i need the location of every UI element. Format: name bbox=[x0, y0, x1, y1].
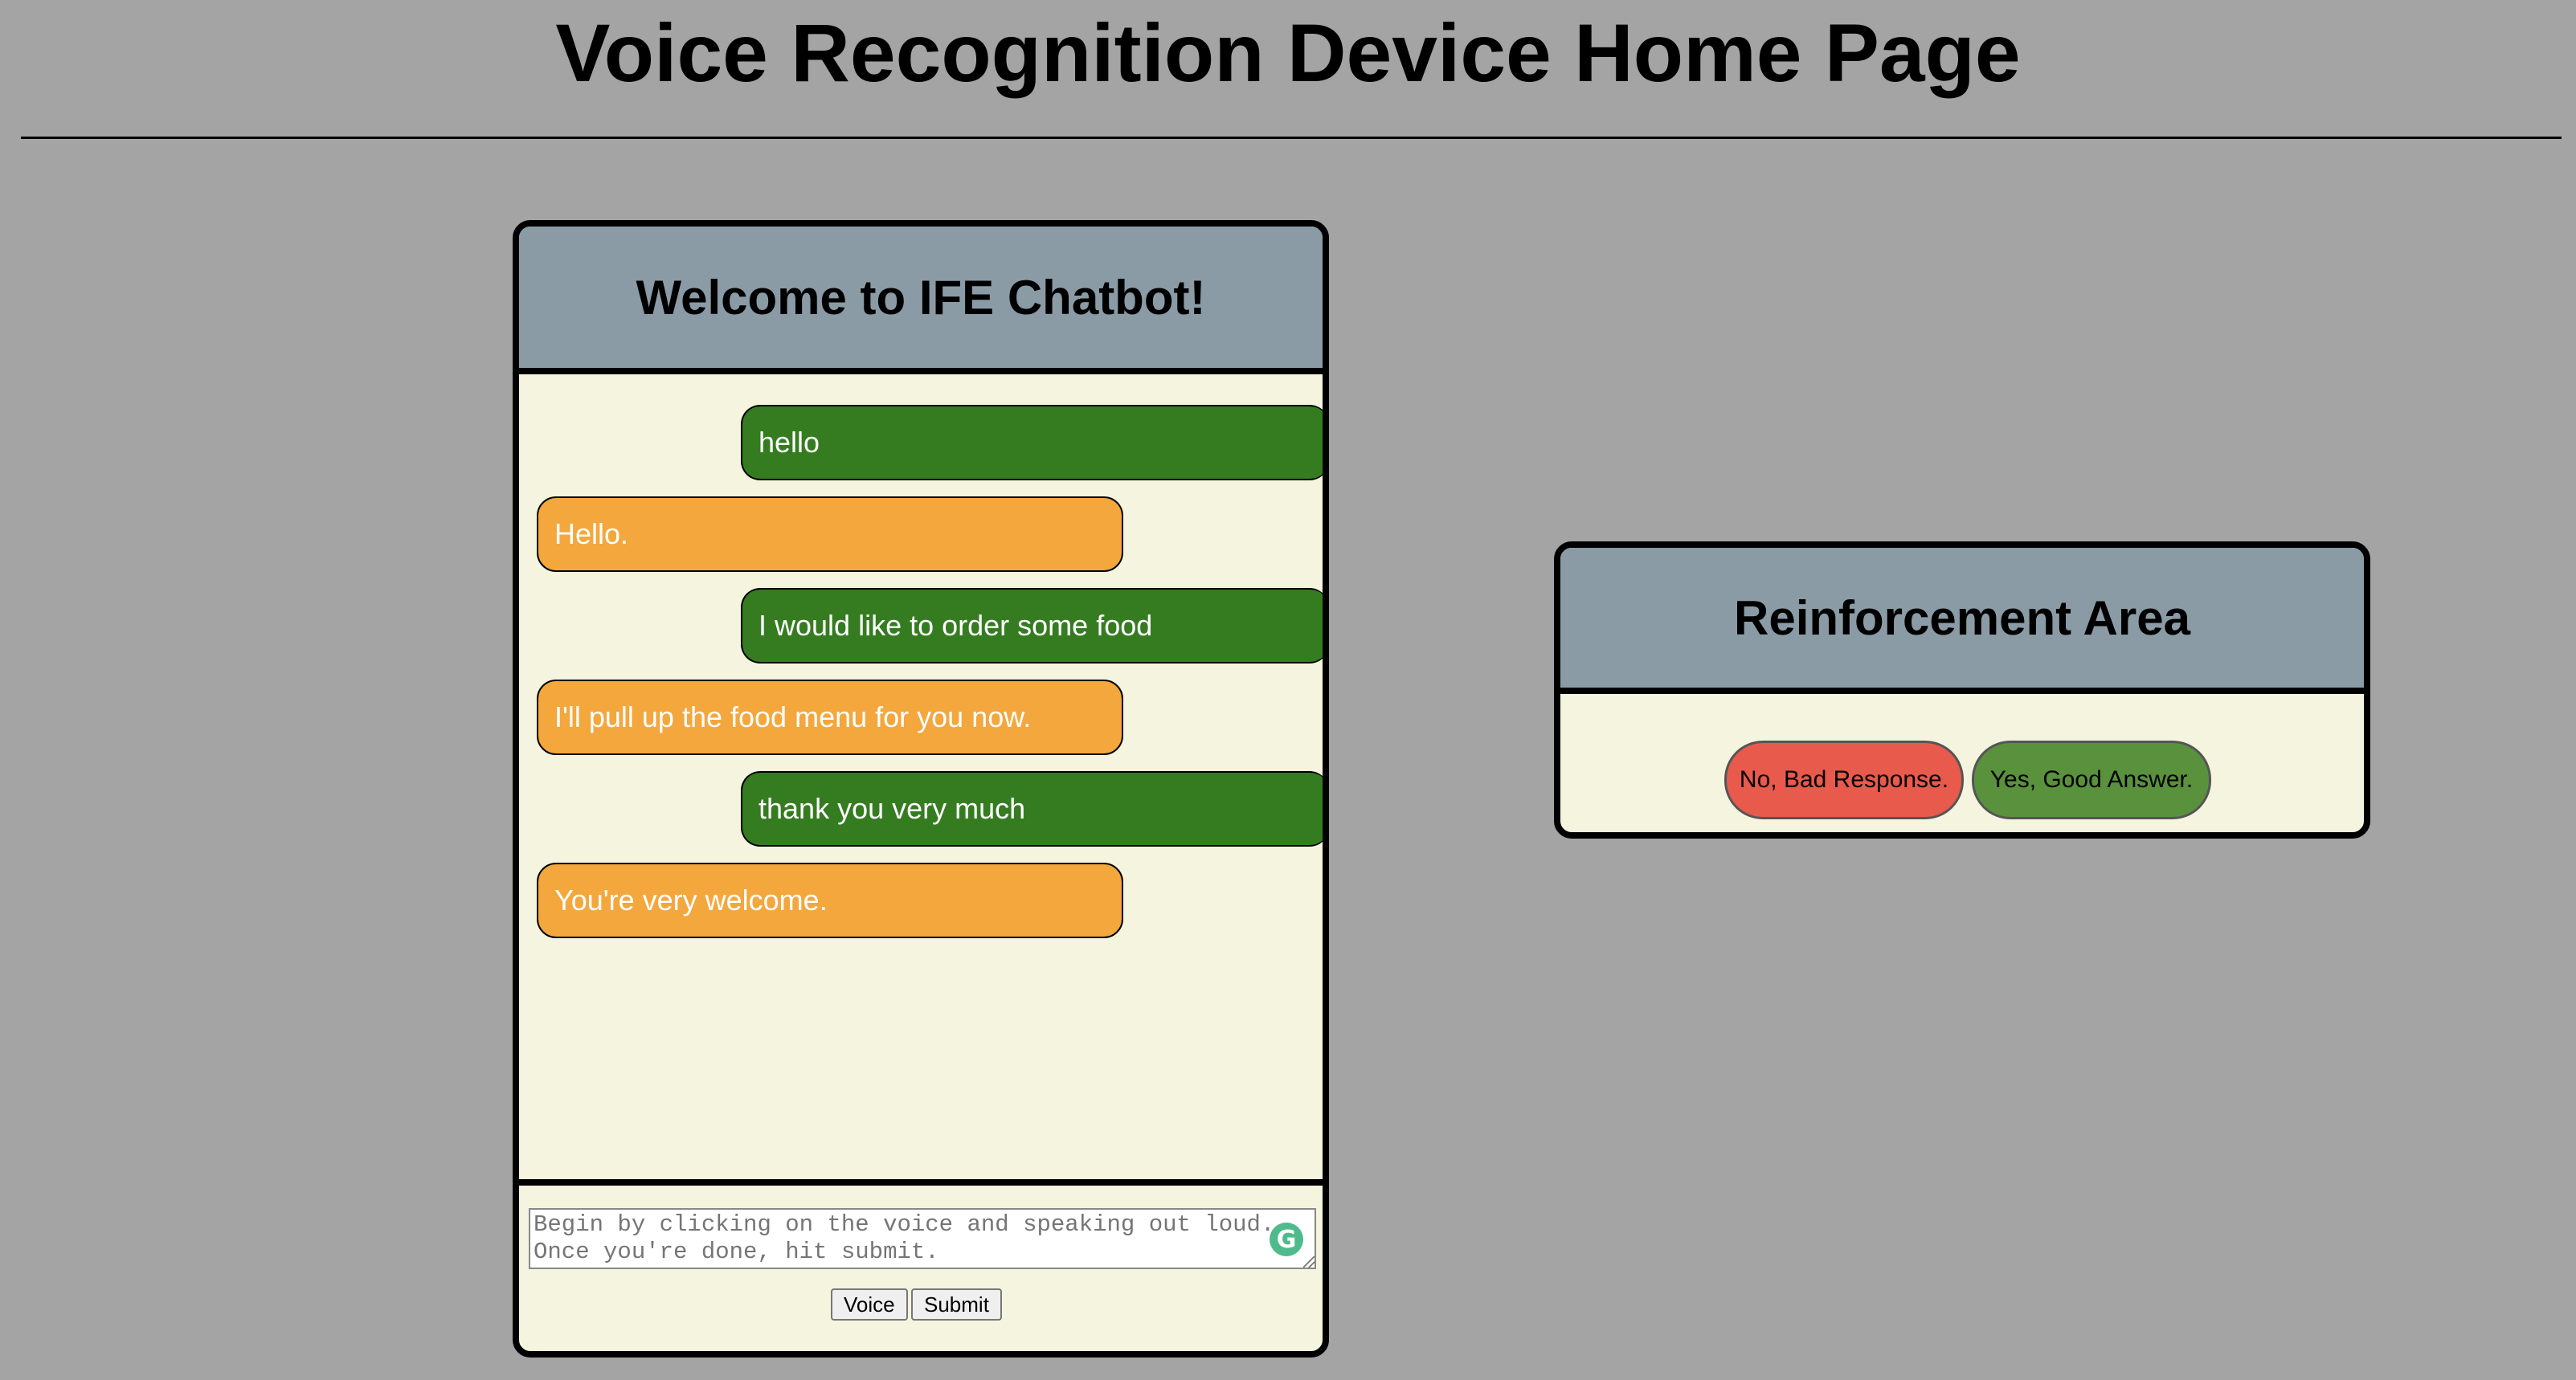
reinforcement-header-title: Reinforcement Area bbox=[1734, 590, 2190, 645]
chat-header: Welcome to IFE Chatbot! bbox=[519, 227, 1323, 374]
user-message: hello bbox=[741, 405, 1323, 480]
chat-log: hello Hello. I would like to order some … bbox=[519, 374, 1323, 1186]
voice-button[interactable]: Voice bbox=[831, 1288, 908, 1321]
chat-header-title: Welcome to IFE Chatbot! bbox=[636, 270, 1206, 325]
chat-panel: Welcome to IFE Chatbot! hello Hello. I w… bbox=[513, 220, 1329, 1358]
bot-message: You're very welcome. bbox=[537, 863, 1123, 938]
bot-message: I'll pull up the food menu for you now. bbox=[537, 680, 1123, 755]
message-input[interactable] bbox=[529, 1208, 1316, 1269]
reinforcement-panel: Reinforcement Area No, Bad Response. Yes… bbox=[1554, 541, 2370, 839]
bad-response-button[interactable]: No, Bad Response. bbox=[1724, 741, 1964, 819]
resize-handle-icon[interactable] bbox=[1303, 1256, 1315, 1268]
user-message: I would like to order some food bbox=[741, 588, 1323, 663]
grammarly-icon[interactable]: G bbox=[1270, 1223, 1303, 1256]
bot-message: Hello. bbox=[537, 496, 1123, 572]
good-answer-button[interactable]: Yes, Good Answer. bbox=[1972, 741, 2211, 819]
title-divider bbox=[21, 137, 2562, 139]
page-title: Voice Recognition Device Home Page bbox=[555, 7, 2021, 99]
chat-input-area: G Voice Submit bbox=[519, 1186, 1323, 1351]
reinforcement-header: Reinforcement Area bbox=[1560, 548, 2364, 694]
user-message: thank you very much bbox=[741, 771, 1323, 847]
submit-button[interactable]: Submit bbox=[911, 1288, 1002, 1321]
